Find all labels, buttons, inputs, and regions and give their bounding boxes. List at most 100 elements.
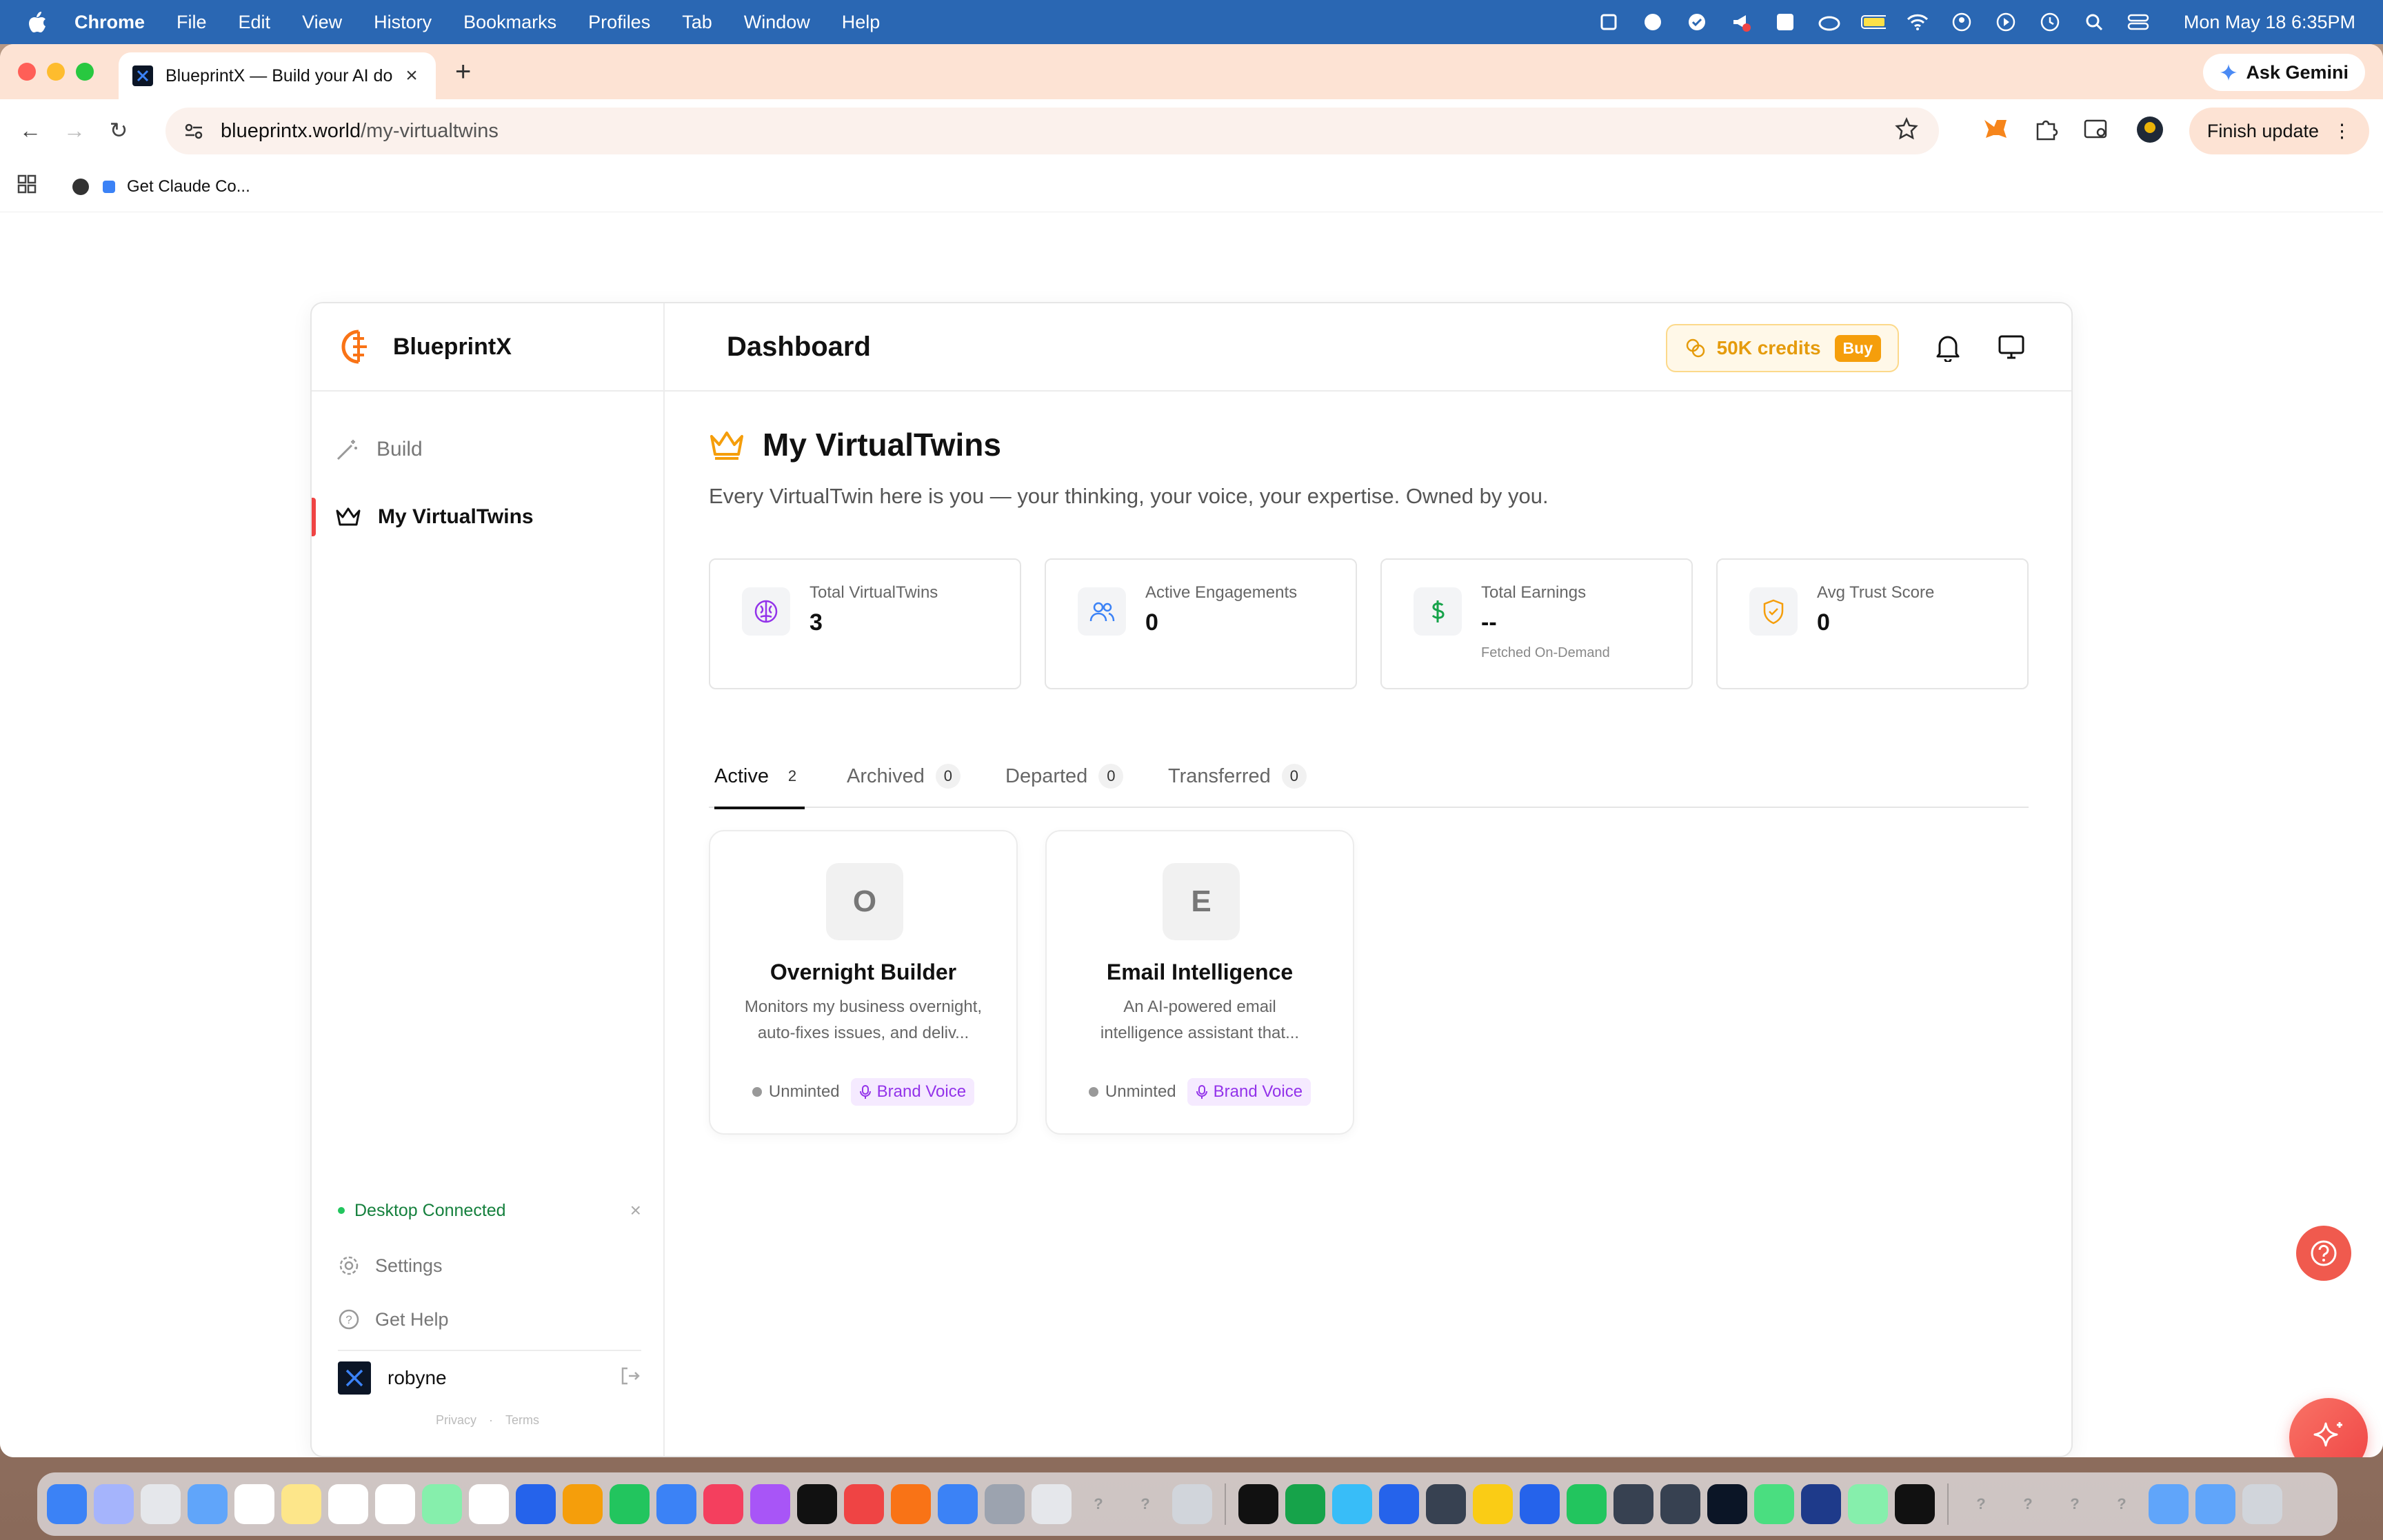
- tab-archived[interactable]: Archived 0: [847, 744, 961, 808]
- placeholder-icon[interactable]: ?: [1125, 1484, 1165, 1524]
- menu-view[interactable]: View: [302, 12, 342, 33]
- apple-tv-icon[interactable]: [797, 1484, 837, 1524]
- iphone-mirroring-icon[interactable]: [1032, 1484, 1072, 1524]
- megaphone-status-icon[interactable]: [1729, 10, 1753, 34]
- time-machine-icon[interactable]: [2038, 10, 2062, 34]
- user-status-icon[interactable]: [1949, 10, 1974, 34]
- placeholder-icon[interactable]: ?: [2008, 1484, 2048, 1524]
- zoom-icon[interactable]: [516, 1484, 556, 1524]
- twin-card[interactable]: O Overnight Builder Monitors my business…: [709, 830, 1018, 1135]
- check-status-icon[interactable]: [1685, 10, 1709, 34]
- menu-file[interactable]: File: [177, 12, 207, 33]
- spotlight-search-icon[interactable]: [2082, 10, 2107, 34]
- keynote-icon[interactable]: [656, 1484, 696, 1524]
- maps-icon[interactable]: [422, 1484, 462, 1524]
- privacy-link[interactable]: Privacy: [436, 1413, 476, 1427]
- cloud-status-icon[interactable]: [1817, 10, 1842, 34]
- automator-icon[interactable]: [1426, 1484, 1466, 1524]
- ask-gemini-button[interactable]: Ask Gemini: [2203, 54, 2365, 91]
- chrome-icon[interactable]: [1473, 1484, 1513, 1524]
- tab-transferred[interactable]: Transferred 0: [1168, 744, 1307, 808]
- forward-arrow-icon[interactable]: →: [61, 116, 88, 144]
- close-window-button[interactable]: [18, 63, 36, 81]
- excel-icon[interactable]: [1285, 1484, 1325, 1524]
- mail-icon[interactable]: [188, 1484, 228, 1524]
- ai-assistant-fab-button[interactable]: [2289, 1398, 2368, 1457]
- finish-update-button[interactable]: Finish update ⋮: [2189, 108, 2369, 154]
- control-center-icon[interactable]: [2126, 10, 2151, 34]
- sidebar-item-my-virtualtwins[interactable]: My VirtualTwins: [312, 489, 663, 545]
- lock-app-icon[interactable]: [1848, 1484, 1888, 1524]
- credits-badge[interactable]: 50K credits Buy: [1665, 324, 1899, 372]
- profile-avatar[interactable]: [2135, 115, 2164, 148]
- site-settings-icon[interactable]: [183, 121, 204, 141]
- brand-logo[interactable]: BlueprintX: [312, 303, 663, 392]
- books-icon[interactable]: [891, 1484, 931, 1524]
- downloads-folder-icon[interactable]: [2149, 1484, 2189, 1524]
- settings-link[interactable]: Settings: [338, 1255, 443, 1277]
- monitor-icon[interactable]: [1995, 331, 2027, 363]
- tab-search-icon[interactable]: [2083, 117, 2111, 145]
- telegram-icon[interactable]: [1332, 1484, 1372, 1524]
- app-store-icon[interactable]: [938, 1484, 978, 1524]
- system-settings-icon[interactable]: [985, 1484, 1025, 1524]
- music-icon[interactable]: [703, 1484, 743, 1524]
- logout-icon[interactable]: [619, 1365, 641, 1392]
- menu-profiles[interactable]: Profiles: [588, 12, 650, 33]
- placeholder-icon[interactable]: ?: [1078, 1484, 1118, 1524]
- bookmark-star-icon[interactable]: [1895, 116, 1918, 146]
- twin-card[interactable]: E Email Intelligence An AI-powered email…: [1045, 830, 1354, 1135]
- documents-folder-icon[interactable]: [2195, 1484, 2235, 1524]
- tab-departed[interactable]: Departed 0: [1005, 744, 1124, 808]
- maximize-window-button[interactable]: [76, 63, 94, 81]
- freeform-icon[interactable]: [328, 1484, 368, 1524]
- apps-grid-icon[interactable]: [17, 174, 37, 199]
- terms-link[interactable]: Terms: [505, 1413, 539, 1427]
- get-help-link[interactable]: ? Get Help: [338, 1308, 449, 1330]
- placeholder-icon[interactable]: ?: [1961, 1484, 2001, 1524]
- placeholder-icon[interactable]: ?: [2055, 1484, 2095, 1524]
- app-grid-icon[interactable]: [141, 1484, 181, 1524]
- chatgpt-icon[interactable]: [1613, 1484, 1653, 1524]
- launchpad-icon[interactable]: [94, 1484, 134, 1524]
- photos-icon[interactable]: [469, 1484, 509, 1524]
- photoshop-icon[interactable]: [1801, 1484, 1841, 1524]
- menubar-clock[interactable]: Mon May 18 6:35PM: [2184, 12, 2355, 33]
- menu-history[interactable]: History: [374, 12, 432, 33]
- trash-icon[interactable]: [2242, 1484, 2282, 1524]
- terminal-icon[interactable]: [1238, 1484, 1278, 1524]
- close-tab-icon[interactable]: ×: [401, 64, 422, 88]
- messages-icon[interactable]: [1754, 1484, 1794, 1524]
- cursor-app-icon[interactable]: [1895, 1484, 1935, 1524]
- b-app-status-icon[interactable]: [1773, 10, 1798, 34]
- bookmark-item[interactable]: Get Claude Co...: [70, 176, 250, 197]
- podcasts-icon[interactable]: [750, 1484, 790, 1524]
- finder-icon[interactable]: [47, 1484, 87, 1524]
- apple-icon[interactable]: [25, 10, 50, 34]
- word-icon[interactable]: [1520, 1484, 1560, 1524]
- metamask-extension-icon[interactable]: [1982, 118, 2009, 145]
- openai-icon[interactable]: [1660, 1484, 1700, 1524]
- address-bar[interactable]: blueprintx.world/my-virtualtwins: [165, 108, 1939, 154]
- placeholder-icon[interactable]: ?: [2102, 1484, 2142, 1524]
- reload-icon[interactable]: ↻: [105, 116, 132, 144]
- menu-edit[interactable]: Edit: [239, 12, 271, 33]
- bell-icon[interactable]: [1932, 331, 1964, 363]
- avatar[interactable]: [338, 1361, 371, 1395]
- calendar-icon[interactable]: [234, 1484, 274, 1524]
- browser-tab-active[interactable]: BlueprintX — Build your AI do ×: [119, 52, 436, 99]
- wifi-icon[interactable]: [1905, 10, 1930, 34]
- notes-icon[interactable]: [281, 1484, 321, 1524]
- preview-icon[interactable]: [1172, 1484, 1212, 1524]
- extensions-puzzle-icon[interactable]: [2033, 117, 2058, 145]
- reminders-icon[interactable]: [375, 1484, 415, 1524]
- minimize-window-button[interactable]: [47, 63, 65, 81]
- zoom-status-icon[interactable]: [1640, 10, 1665, 34]
- news-icon[interactable]: [844, 1484, 884, 1524]
- menu-bookmarks[interactable]: Bookmarks: [463, 12, 556, 33]
- menu-tab[interactable]: Tab: [682, 12, 712, 33]
- sidebar-item-build[interactable]: Build: [312, 422, 663, 477]
- play-status-icon[interactable]: [1993, 10, 2018, 34]
- quicktime-icon[interactable]: [1379, 1484, 1419, 1524]
- menu-app-name[interactable]: Chrome: [74, 12, 145, 33]
